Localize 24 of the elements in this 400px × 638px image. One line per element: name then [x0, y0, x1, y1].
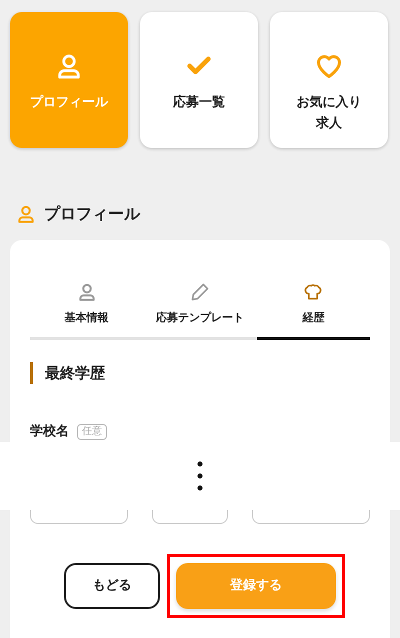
back-button[interactable]: もどる	[64, 563, 160, 609]
input-field[interactable]	[30, 510, 128, 524]
tab[interactable]: 応募テンプレート	[143, 282, 257, 340]
tab[interactable]: 基本情報	[30, 282, 144, 340]
tile-label: プロフィール	[30, 94, 108, 112]
chef-hat-icon	[303, 282, 324, 302]
nav-tile[interactable]: 応募一覧	[140, 12, 258, 148]
accent-bar	[30, 362, 33, 384]
nav-tile[interactable]: お気に入り 求人	[270, 12, 388, 148]
input-field[interactable]	[152, 510, 228, 524]
optional-badge: 任意	[77, 424, 107, 440]
tile-label: 応募一覧	[173, 94, 225, 112]
section-title: プロフィール	[44, 203, 140, 225]
pencil-icon	[190, 282, 210, 302]
tab[interactable]: 経歴	[256, 282, 370, 340]
tile-label: お気に入り	[296, 94, 362, 112]
tile-label: 求人	[316, 115, 342, 133]
subsection-heading: 最終学歴	[45, 362, 105, 384]
input-field[interactable]	[252, 510, 370, 524]
person-icon	[76, 282, 97, 302]
person-icon	[16, 204, 36, 224]
heart-icon	[315, 52, 343, 80]
field-label: 学校名	[30, 423, 69, 441]
ellipsis-icon	[197, 461, 203, 491]
